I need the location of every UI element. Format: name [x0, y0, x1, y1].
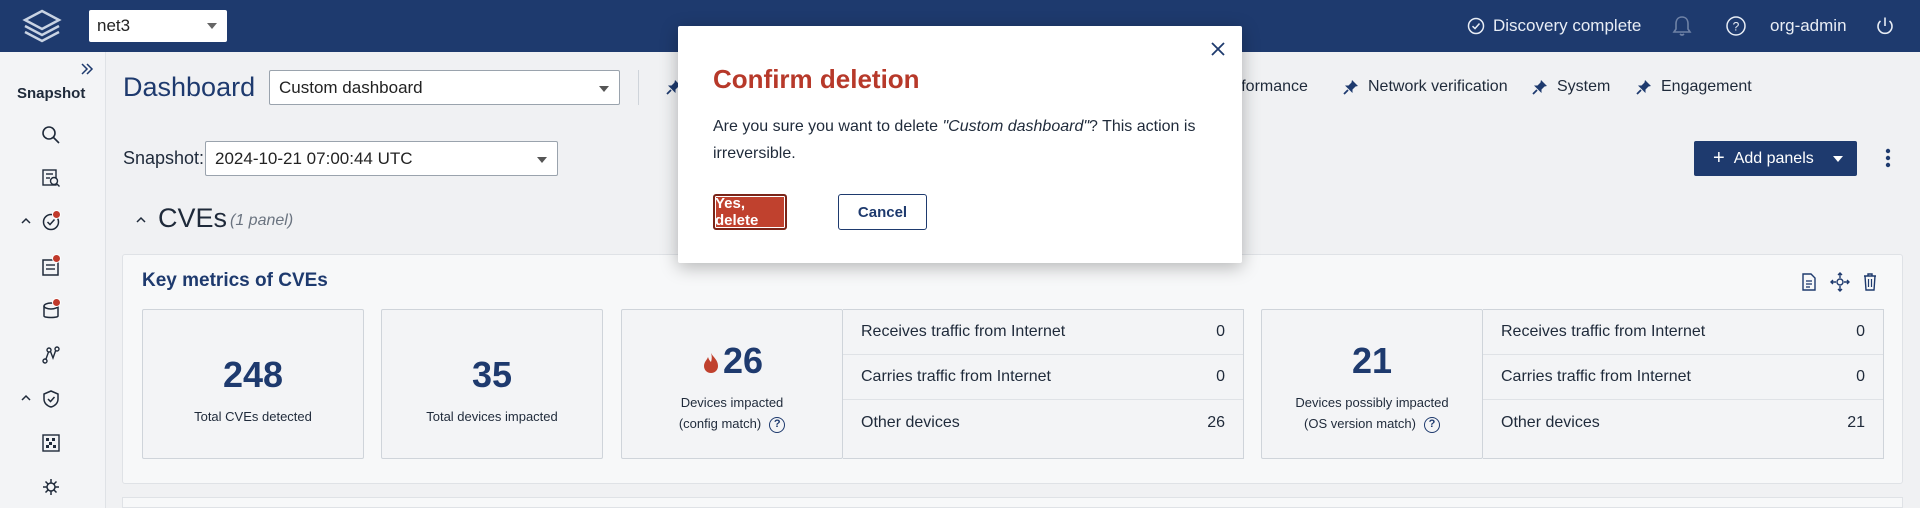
confirm-deletion-dialog: Confirm deletion Are you sure you want t…	[678, 26, 1242, 263]
close-icon[interactable]	[1209, 40, 1227, 58]
confirm-delete-button[interactable]: Yes, delete	[713, 194, 787, 230]
dialog-message: Are you sure you want to delete "Custom …	[713, 113, 1203, 167]
dialog-message-target: "Custom dashboard"	[942, 118, 1090, 135]
dialog-title: Confirm deletion	[713, 64, 920, 94]
cancel-button[interactable]: Cancel	[838, 194, 927, 230]
dialog-message-prefix: Are you sure you want to delete	[713, 118, 943, 135]
